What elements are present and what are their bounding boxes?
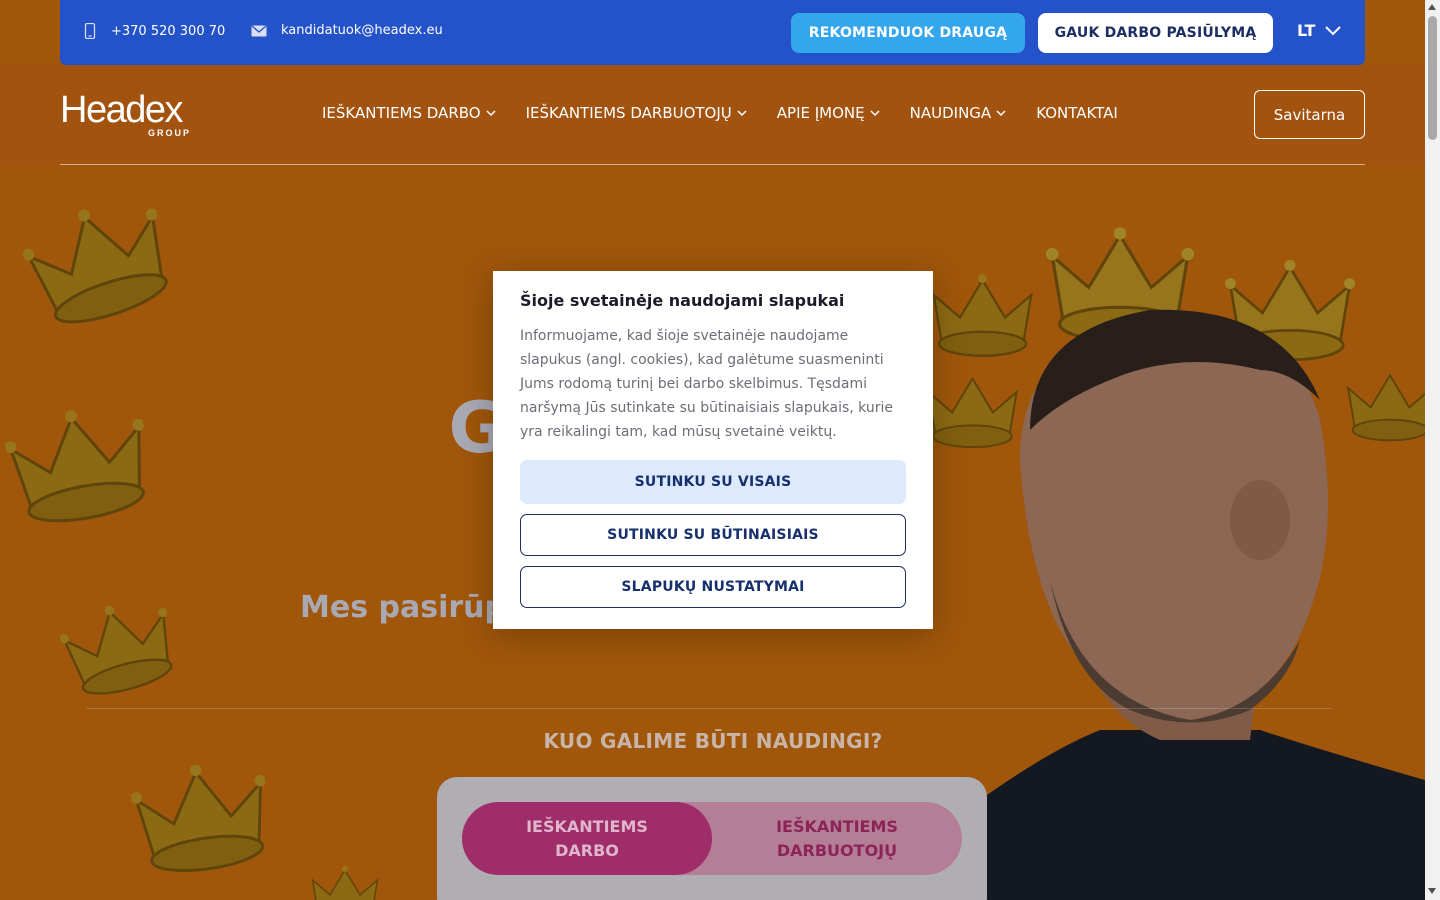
section-heading: KUO GALIME BŪTI NAUDINGI? — [543, 729, 883, 753]
language-label: LT — [1297, 21, 1316, 40]
page-scrollbar[interactable] — [1425, 0, 1440, 900]
headex-logo[interactable]: Headex GROUP — [60, 88, 200, 140]
nav-item-employers[interactable]: IEŠKANTIEMS DARBUOTOJŲ — [526, 104, 747, 122]
scroll-up-arrow-icon[interactable] — [1428, 4, 1436, 10]
chevron-down-icon — [737, 109, 747, 116]
cookie-consent-dialog: Šioje svetainėje naudojami slapukai Info… — [493, 271, 933, 629]
logo-subtitle: GROUP — [148, 128, 192, 138]
divider — [86, 708, 1332, 709]
nav-item-contacts[interactable]: KONTAKTAI — [1036, 104, 1118, 122]
nav-item-about[interactable]: APIE ĮMONĘ — [777, 104, 880, 122]
accept-all-cookies-button[interactable]: SUTINKU SU VISAIS — [520, 460, 906, 504]
chevron-down-icon — [486, 109, 496, 116]
phone-link[interactable]: +370 520 300 70 — [83, 23, 225, 39]
nav-item-label: IEŠKANTIEMS DARBUOTOJŲ — [525, 104, 732, 122]
main-nav: IEŠKANTIEMS DARBO IEŠKANTIEMS DARBUOTOJŲ… — [322, 104, 1148, 122]
nav-item-label: KONTAKTAI — [1036, 104, 1118, 122]
logo-wordmark: Headex — [60, 89, 183, 131]
nav-item-label: APIE ĮMONĘ — [776, 104, 865, 122]
nav-item-label: NAUDINGA — [909, 104, 992, 122]
navbar-divider — [60, 164, 1365, 165]
tab-employers[interactable]: IEŠKANTIEMS DARBUOTOJŲ — [712, 802, 962, 875]
self-service-button[interactable]: Savitarna — [1254, 90, 1365, 139]
accept-necessary-cookies-button[interactable]: SUTINKU SU BŪTINAISIAIS — [520, 514, 906, 556]
chevron-down-icon — [1325, 25, 1342, 35]
scrollbar-thumb[interactable] — [1428, 16, 1437, 140]
cookie-dialog-title: Šioje svetainėje naudojami slapukai — [520, 291, 845, 310]
scroll-down-arrow-icon[interactable] — [1428, 888, 1436, 894]
chevron-down-icon — [870, 109, 880, 116]
cookie-settings-button[interactable]: SLAPUKŲ NUSTATYMAI — [520, 566, 906, 608]
email-link[interactable]: kandidatuok@headex.eu — [251, 23, 443, 38]
phone-icon — [84, 23, 96, 39]
language-selector[interactable]: LT — [1297, 21, 1342, 40]
phone-number: +370 520 300 70 — [111, 23, 226, 39]
mail-icon — [251, 25, 267, 36]
top-bar: +370 520 300 70 kandidatuok@headex.eu RE… — [60, 0, 1365, 65]
nav-item-label: IEŠKANTIEMS DARBO — [322, 104, 481, 122]
tab-job-seekers[interactable]: IEŠKANTIEMS DARBO — [462, 802, 712, 875]
nav-item-job-seekers[interactable]: IEŠKANTIEMS DARBO — [322, 104, 496, 122]
recommend-friend-button[interactable]: REKOMENDUOK DRAUGĄ — [791, 13, 1025, 53]
nav-item-useful[interactable]: NAUDINGA — [910, 104, 1007, 122]
get-job-offer-button[interactable]: GAUK DARBO PASIŪLYMĄ — [1038, 13, 1273, 53]
chevron-down-icon — [996, 109, 1006, 116]
cookie-dialog-text: Informuojame, kad šioje svetainėje naudo… — [520, 328, 893, 440]
email-address: kandidatuok@headex.eu — [281, 23, 443, 38]
